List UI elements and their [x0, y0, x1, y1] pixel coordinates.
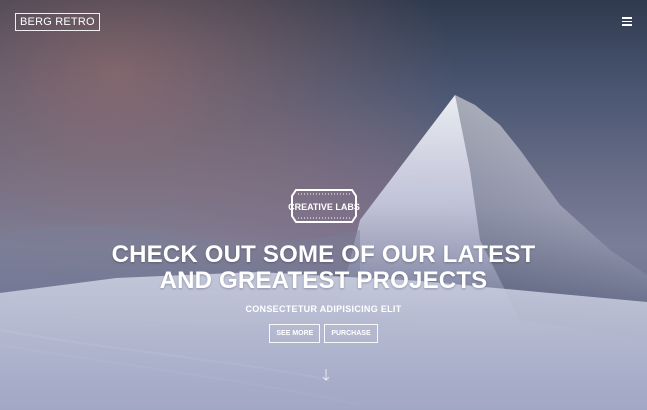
hero-content: CREATIVE LABS CHECK OUT SOME OF OUR LATE…	[0, 184, 647, 343]
hero-headline-line-1: CHECK OUT SOME OF OUR LATEST	[111, 241, 536, 268]
hamburger-menu-button[interactable]	[622, 15, 632, 26]
hero-headline-line-2: AND GREATEST PROJECTS	[159, 267, 488, 294]
brand-name: BERG RETRO	[20, 16, 95, 28]
brand-logo[interactable]: BERG RETRO	[15, 13, 100, 31]
see-more-button[interactable]: SEE MORE	[269, 324, 321, 343]
purchase-button[interactable]: PURCHASE	[324, 324, 378, 343]
badge-text: CREATIVE LABS	[288, 202, 360, 212]
hamburger-icon-line	[622, 20, 632, 22]
hamburger-icon-line	[622, 24, 632, 26]
top-navigation: BERG RETRO	[0, 0, 647, 44]
hamburger-icon-line	[622, 17, 632, 19]
hero-headline: CHECK OUT SOME OF OUR LATEST AND GREATES…	[0, 242, 647, 294]
scroll-down-icon[interactable]	[321, 368, 331, 382]
hero-subheadline: CONSECTETUR ADIPISICING ELIT	[245, 304, 402, 314]
hero-buttons: SEE MORE PURCHASE	[0, 324, 647, 343]
creative-labs-badge: CREATIVE LABS	[288, 189, 360, 223]
